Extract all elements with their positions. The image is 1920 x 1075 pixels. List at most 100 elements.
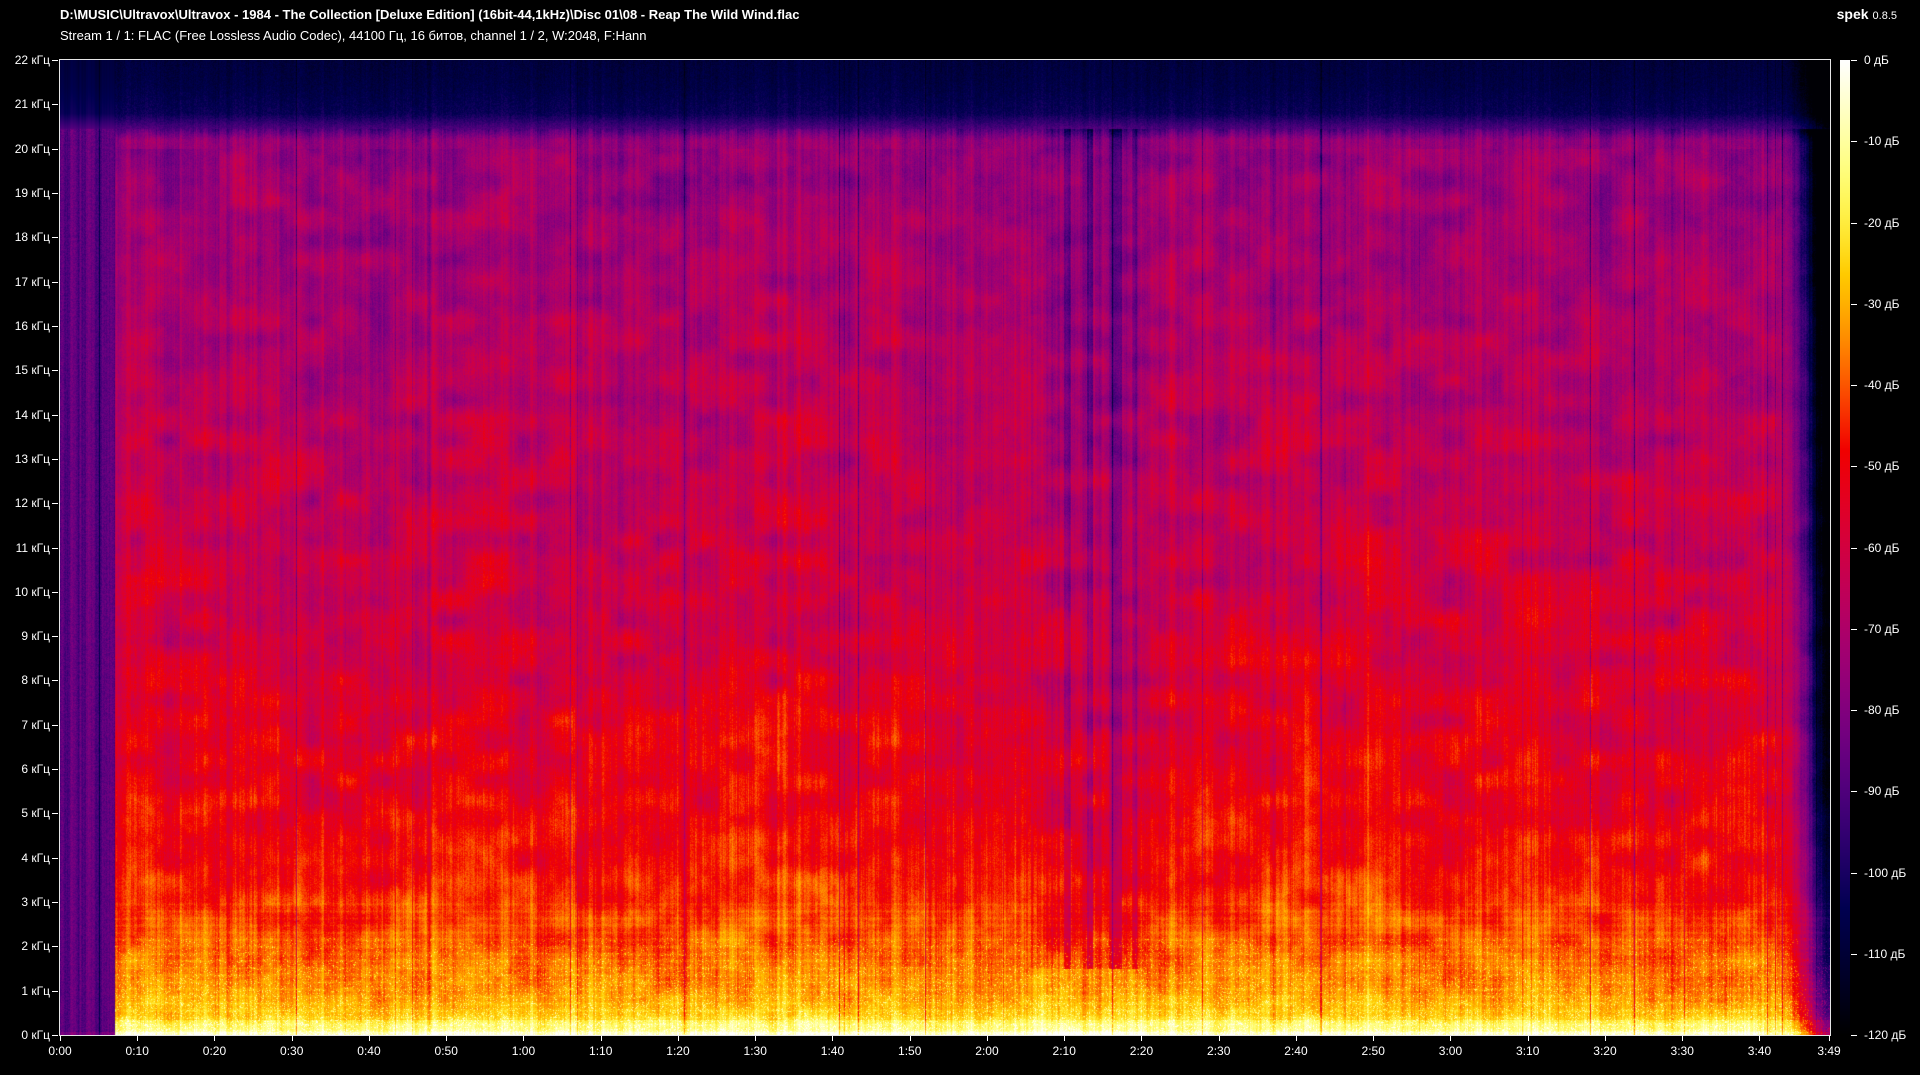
file-path-title: D:\MUSIC\Ultravox\Ultravox - 1984 - The … xyxy=(60,7,800,22)
freq-tick xyxy=(52,990,58,992)
time-tick xyxy=(214,1036,216,1041)
db-tick-label: 0 дБ xyxy=(1864,53,1889,67)
freq-tick-label: 15 кГц xyxy=(14,363,50,378)
time-tick xyxy=(1450,1036,1452,1041)
time-tick-label: 2:50 xyxy=(1361,1044,1385,1058)
db-tick-label: -90 дБ xyxy=(1864,784,1900,799)
time-tick-label: 1:00 xyxy=(511,1044,536,1058)
db-tick xyxy=(1851,222,1857,224)
time-tick-label: 1:40 xyxy=(820,1044,845,1058)
freq-tick xyxy=(52,724,58,726)
freq-tick-label: 0 кГц xyxy=(21,1028,50,1042)
spectrogram-frame xyxy=(59,59,1831,1036)
time-tick-label: 3:30 xyxy=(1670,1044,1694,1058)
freq-tick-label: 5 кГц xyxy=(21,806,50,821)
freq-tick xyxy=(52,547,58,549)
freq-tick-label: 8 кГц xyxy=(21,673,50,688)
time-tick xyxy=(755,1036,757,1041)
freq-tick xyxy=(52,325,58,327)
db-tick-label: -30 дБ xyxy=(1864,296,1900,311)
freq-tick-label: 3 кГц xyxy=(21,895,50,910)
freq-tick xyxy=(52,237,58,239)
time-tick xyxy=(986,1036,988,1041)
db-tick-label: -50 дБ xyxy=(1864,459,1900,474)
time-tick xyxy=(1604,1036,1606,1041)
freq-tick-label: 13 кГц xyxy=(14,451,50,466)
freq-tick-label: 7 кГц xyxy=(21,717,50,732)
time-tick xyxy=(1295,1036,1297,1041)
db-tick xyxy=(1851,385,1857,386)
freq-tick-label: 16 кГц xyxy=(14,318,50,333)
time-tick xyxy=(1759,1036,1761,1041)
freq-tick xyxy=(52,636,58,638)
time-tick xyxy=(523,1036,525,1041)
time-tick xyxy=(1682,1036,1684,1041)
freq-tick xyxy=(52,104,58,106)
time-tick xyxy=(1373,1036,1375,1041)
freq-tick-label: 18 кГц xyxy=(14,230,50,245)
db-tick xyxy=(1851,628,1857,630)
time-tick-label: 2:40 xyxy=(1284,1044,1308,1058)
time-tick-label: 1:50 xyxy=(898,1044,922,1058)
time-tick-label: 0:30 xyxy=(280,1044,304,1058)
stream-info: Stream 1 / 1: FLAC (Free Lossless Audio … xyxy=(60,28,647,43)
freq-tick-label: 12 кГц xyxy=(14,496,50,511)
time-tick-label: 2:10 xyxy=(1052,1044,1076,1058)
freq-tick-label: 1 кГц xyxy=(21,983,50,998)
time-tick xyxy=(137,1036,139,1041)
db-tick-label: -60 дБ xyxy=(1864,540,1900,555)
time-tick-label: 0:00 xyxy=(48,1044,72,1058)
db-tick xyxy=(1851,141,1857,143)
db-tick xyxy=(1851,710,1857,711)
freq-tick xyxy=(52,769,58,771)
time-tick-label: 0:40 xyxy=(357,1044,381,1058)
freq-tick-label: 14 кГц xyxy=(14,407,50,422)
time-tick-label: 3:00 xyxy=(1438,1044,1463,1058)
app-name-label: spek xyxy=(1836,6,1869,22)
freq-tick xyxy=(52,591,58,593)
time-tick-label: 0:20 xyxy=(202,1044,227,1058)
time-tick xyxy=(832,1036,834,1041)
freq-tick xyxy=(52,60,58,61)
time-tick xyxy=(1527,1036,1529,1041)
freq-tick-label: 20 кГц xyxy=(14,141,50,156)
time-tick xyxy=(909,1036,911,1041)
time-tick-label: 3:49 xyxy=(1817,1044,1841,1058)
freq-tick xyxy=(52,458,58,460)
db-tick xyxy=(1851,466,1857,468)
app-version-label: 0.8.5 xyxy=(1872,10,1897,22)
db-tick-label: -20 дБ xyxy=(1864,215,1900,230)
freq-tick xyxy=(52,680,58,682)
time-tick xyxy=(1141,1036,1143,1041)
app-brand: spek 0.8.5 xyxy=(1837,6,1897,24)
freq-tick xyxy=(52,370,58,372)
db-tick xyxy=(1851,60,1857,61)
freq-tick xyxy=(52,946,58,948)
time-tick xyxy=(677,1036,679,1041)
freq-tick xyxy=(52,857,58,859)
db-tick-label: -10 дБ xyxy=(1864,134,1900,149)
freq-tick xyxy=(52,192,58,194)
time-tick xyxy=(1064,1036,1066,1041)
time-tick-label: 2:20 xyxy=(1129,1044,1154,1058)
db-tick-label: -120 дБ xyxy=(1864,1028,1907,1042)
freq-tick-label: 6 кГц xyxy=(21,762,50,777)
db-tick-label: -110 дБ xyxy=(1864,946,1906,961)
freq-tick-label: 4 кГц xyxy=(21,850,50,865)
freq-tick xyxy=(52,281,58,283)
time-tick-label: 0:10 xyxy=(125,1044,149,1058)
freq-tick xyxy=(52,503,58,505)
time-tick xyxy=(291,1036,293,1041)
time-tick-label: 0:50 xyxy=(434,1044,458,1058)
time-tick xyxy=(368,1036,370,1041)
freq-tick xyxy=(52,148,58,150)
freq-tick-label: 21 кГц xyxy=(14,97,50,112)
freq-tick-label: 10 кГц xyxy=(14,584,50,599)
spectrogram-canvas xyxy=(60,60,1830,1035)
time-tick-label: 3:20 xyxy=(1593,1044,1617,1058)
time-tick-label: 2:30 xyxy=(1207,1044,1231,1058)
time-tick xyxy=(1218,1036,1220,1041)
time-tick-label: 2:00 xyxy=(975,1044,999,1058)
freq-tick xyxy=(52,902,58,904)
colorbar-gradient xyxy=(1840,60,1850,1035)
